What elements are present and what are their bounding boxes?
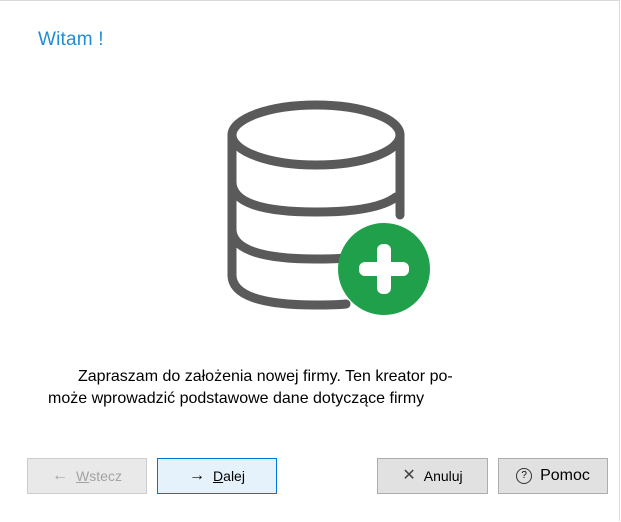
help-button-label: Pomoc bbox=[540, 467, 590, 484]
cancel-button-label: Anuluj bbox=[423, 468, 463, 484]
arrow-right-icon: → bbox=[189, 467, 206, 484]
back-button-label: Wstecz bbox=[76, 468, 122, 484]
wizard-message-line-1: Zapraszam do założenia nowej firmy. Ten … bbox=[78, 368, 453, 385]
wizard-message: Zapraszam do założenia nowej firmy. Ten … bbox=[48, 366, 568, 410]
wizard-title: Witam ! bbox=[38, 29, 104, 50]
back-button[interactable]: ← Wstecz bbox=[27, 458, 147, 494]
cancel-button[interactable]: ✕ Anuluj bbox=[377, 458, 488, 494]
new-company-wizard-window: Witam ! Zapraszam do założenia nowej fir… bbox=[0, 0, 620, 521]
wizard-message-line-2: może wprowadzić podstawowe dane dotycząc… bbox=[48, 390, 425, 407]
database-add-illustration bbox=[227, 100, 430, 315]
close-icon: ✕ bbox=[402, 467, 416, 484]
arrow-left-icon: ← bbox=[52, 467, 69, 484]
plus-circle-icon bbox=[338, 223, 430, 315]
help-button[interactable]: ? Pomoc bbox=[498, 458, 608, 494]
next-button-label: Dalej bbox=[213, 468, 245, 484]
next-button[interactable]: → Dalej bbox=[157, 458, 277, 494]
help-icon: ? bbox=[516, 468, 533, 484]
